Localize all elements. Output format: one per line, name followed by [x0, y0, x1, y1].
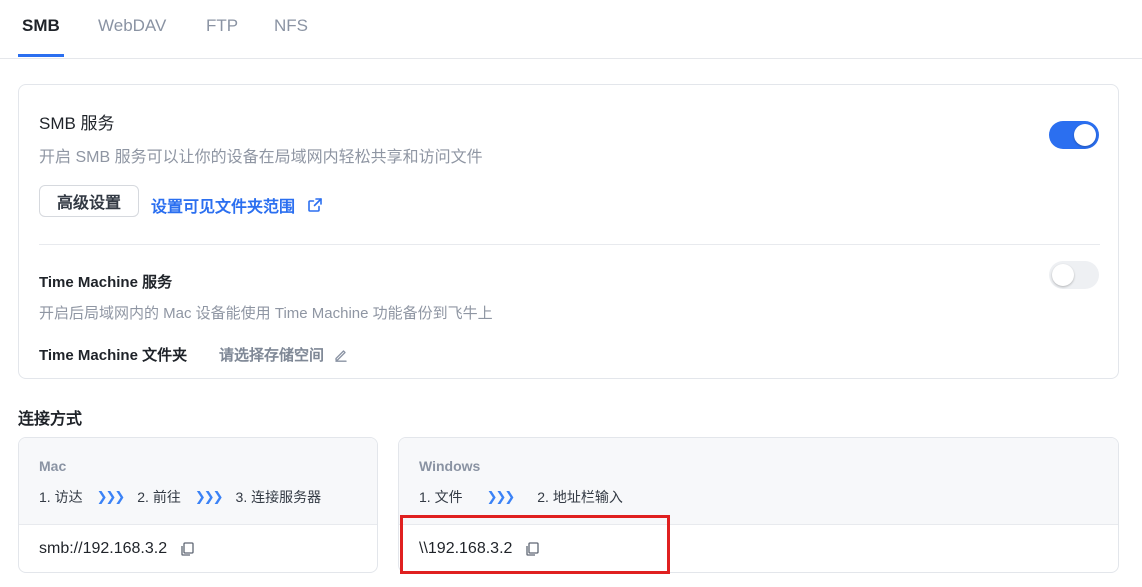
mac-step-1: 1. 访达	[39, 489, 83, 505]
windows-panel-header: Windows 1. 文件 ❯❯❯ 2. 地址栏输入	[399, 438, 1118, 525]
windows-os-label: Windows	[419, 458, 481, 474]
time-machine-toggle[interactable]	[1049, 261, 1099, 289]
chevron-right-icon: ❯❯❯	[96, 489, 126, 504]
chevron-right-icon: ❯❯❯	[194, 489, 224, 504]
tab-smb[interactable]: SMB	[22, 16, 60, 36]
time-machine-description: 开启后局域网内的 Mac 设备能使用 Time Machine 功能备份到飞牛上	[39, 305, 493, 322]
external-link-icon	[308, 198, 322, 212]
edit-pencil-icon	[335, 349, 347, 362]
windows-steps: 1. 文件 ❯❯❯ 2. 地址栏输入	[419, 487, 623, 507]
time-machine-folder-value: 请选择存储空间	[219, 347, 325, 364]
folder-range-link-label: 设置可见文件夹范围	[151, 199, 296, 216]
windows-step-1: 1. 文件	[419, 489, 463, 505]
active-tab-indicator	[18, 54, 64, 57]
folder-range-link[interactable]: 设置可见文件夹范围	[151, 193, 323, 217]
smb-settings-card: SMB 服务 开启 SMB 服务可以让你的设备在局域网内轻松共享和访问文件 高级…	[18, 84, 1119, 379]
mac-step-3: 3. 连接服务器	[235, 489, 322, 505]
tab-nfs[interactable]: NFS	[274, 16, 308, 36]
copy-icon[interactable]	[179, 541, 195, 557]
connection-section-title: 连接方式	[18, 411, 83, 428]
windows-step-2: 2. 地址栏输入	[537, 489, 623, 505]
tab-ftp[interactable]: FTP	[206, 16, 238, 36]
mac-os-label: Mac	[39, 458, 67, 474]
mac-steps: 1. 访达 ❯❯❯ 2. 前往 ❯❯❯ 3. 连接服务器	[39, 487, 321, 507]
mac-address-row: smb://192.168.3.2	[39, 540, 195, 558]
toggle-knob	[1052, 264, 1074, 286]
smb-service-toggle[interactable]	[1049, 121, 1099, 149]
time-machine-folder-label: Time Machine 文件夹	[39, 347, 188, 364]
toggle-knob	[1074, 124, 1096, 146]
tab-webdav[interactable]: WebDAV	[98, 16, 166, 36]
section-divider	[39, 244, 1100, 245]
smb-service-description: 开启 SMB 服务可以让你的设备在局域网内轻松共享和访问文件	[39, 149, 483, 166]
advanced-settings-button[interactable]: 高级设置	[39, 185, 139, 217]
mac-step-2: 2. 前往	[137, 489, 181, 505]
annotation-highlight-box	[400, 515, 670, 574]
time-machine-folder-selector[interactable]: 请选择存储空间	[219, 344, 348, 365]
mac-panel-header: Mac 1. 访达 ❯❯❯ 2. 前往 ❯❯❯ 3. 连接服务器	[19, 438, 377, 525]
smb-service-title: SMB 服务	[39, 114, 115, 133]
mac-smb-address: smb://192.168.3.2	[39, 540, 168, 557]
time-machine-title: Time Machine 服务	[39, 274, 173, 291]
mac-connection-panel: Mac 1. 访达 ❯❯❯ 2. 前往 ❯❯❯ 3. 连接服务器 smb://1…	[18, 437, 378, 573]
protocol-tabs: SMB WebDAV FTP NFS	[0, 0, 1142, 59]
chevron-right-icon: ❯❯❯	[486, 489, 516, 504]
